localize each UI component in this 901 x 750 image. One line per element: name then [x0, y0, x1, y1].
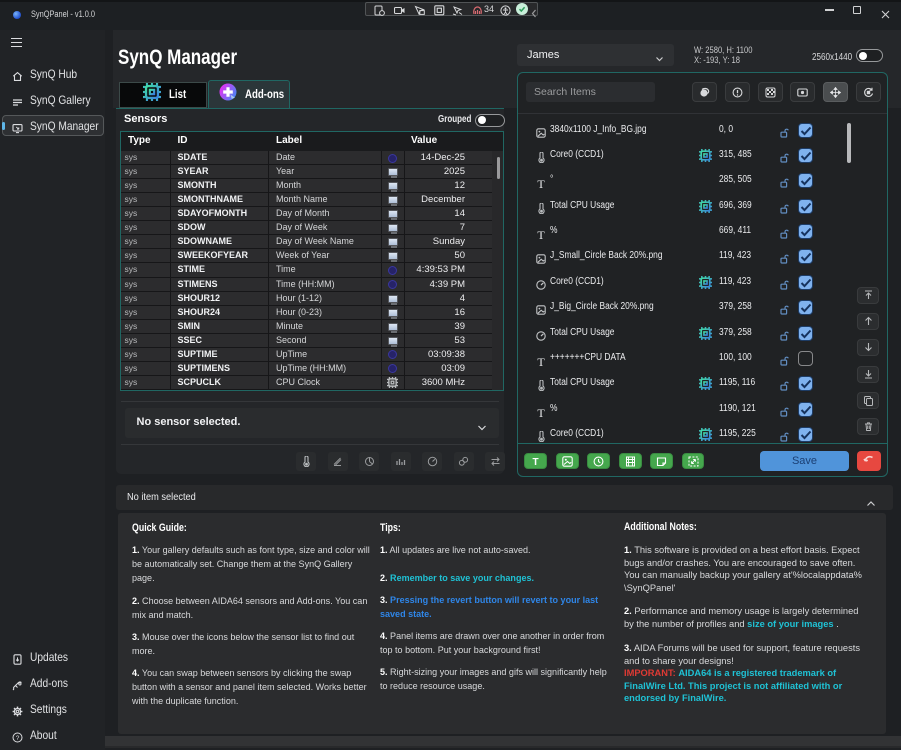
svg-text:?: ?	[16, 734, 20, 741]
svg-text:T: T	[532, 457, 538, 467]
